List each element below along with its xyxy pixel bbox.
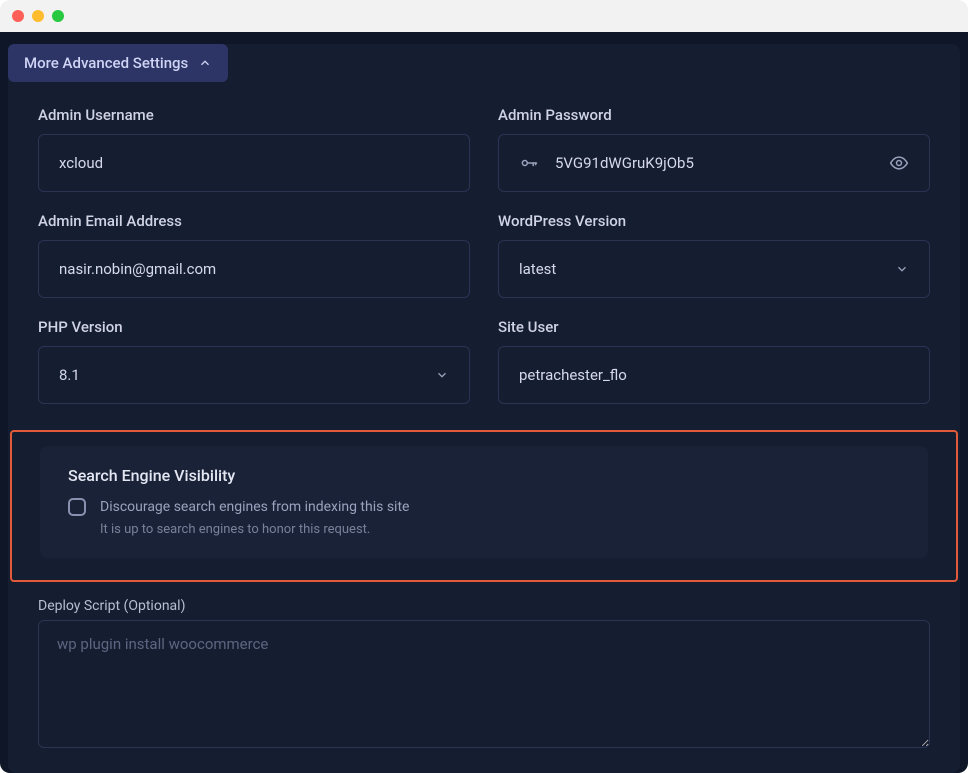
wp-version-value: latest [519, 260, 556, 278]
more-advanced-settings-toggle[interactable]: More Advanced Settings [8, 44, 228, 82]
close-window-button[interactable] [12, 10, 24, 22]
admin-username-input[interactable] [59, 154, 449, 172]
window-titlebar [0, 0, 968, 32]
admin-username-input-wrapper[interactable] [38, 134, 470, 192]
admin-username-label: Admin Username [38, 106, 470, 124]
admin-password-input[interactable] [555, 154, 889, 172]
site-user-input-wrapper[interactable] [498, 346, 930, 404]
discourage-indexing-label: Discourage search engines from indexing … [100, 499, 409, 515]
chevron-down-icon [895, 262, 909, 276]
admin-password-input-wrapper[interactable] [498, 134, 930, 192]
more-advanced-settings-label: More Advanced Settings [24, 54, 188, 72]
toggle-password-visibility-icon[interactable] [889, 153, 909, 173]
admin-email-label: Admin Email Address [38, 212, 470, 230]
minimize-window-button[interactable] [32, 10, 44, 22]
search-engine-visibility-highlight: Search Engine Visibility Discourage sear… [10, 430, 958, 582]
search-engine-visibility-panel: Search Engine Visibility Discourage sear… [40, 446, 928, 558]
password-generate-icon[interactable] [519, 153, 539, 173]
discourage-indexing-checkbox[interactable] [68, 498, 86, 516]
discourage-indexing-note: It is up to search engines to honor this… [100, 521, 409, 540]
deploy-script-section: Deploy Script (Optional) [38, 598, 930, 752]
admin-password-label: Admin Password [498, 106, 930, 124]
chevron-down-icon [435, 368, 449, 382]
maximize-window-button[interactable] [52, 10, 64, 22]
discourage-indexing-text: Discourage search engines from indexing … [100, 497, 409, 540]
php-version-select[interactable]: 8.1 [38, 346, 470, 404]
deploy-script-label: Deploy Script (Optional) [38, 598, 930, 614]
admin-email-input-wrapper[interactable] [38, 240, 470, 298]
php-version-value: 8.1 [59, 366, 80, 384]
wp-version-select[interactable]: latest [498, 240, 930, 298]
wp-version-label: WordPress Version [498, 212, 930, 230]
search-engine-visibility-title: Search Engine Visibility [68, 466, 900, 485]
chevron-up-icon [198, 56, 212, 70]
site-user-label: Site User [498, 318, 930, 336]
deploy-script-textarea[interactable] [38, 620, 930, 748]
php-version-label: PHP Version [38, 318, 470, 336]
site-user-input[interactable] [519, 366, 909, 384]
admin-email-input[interactable] [59, 260, 449, 278]
